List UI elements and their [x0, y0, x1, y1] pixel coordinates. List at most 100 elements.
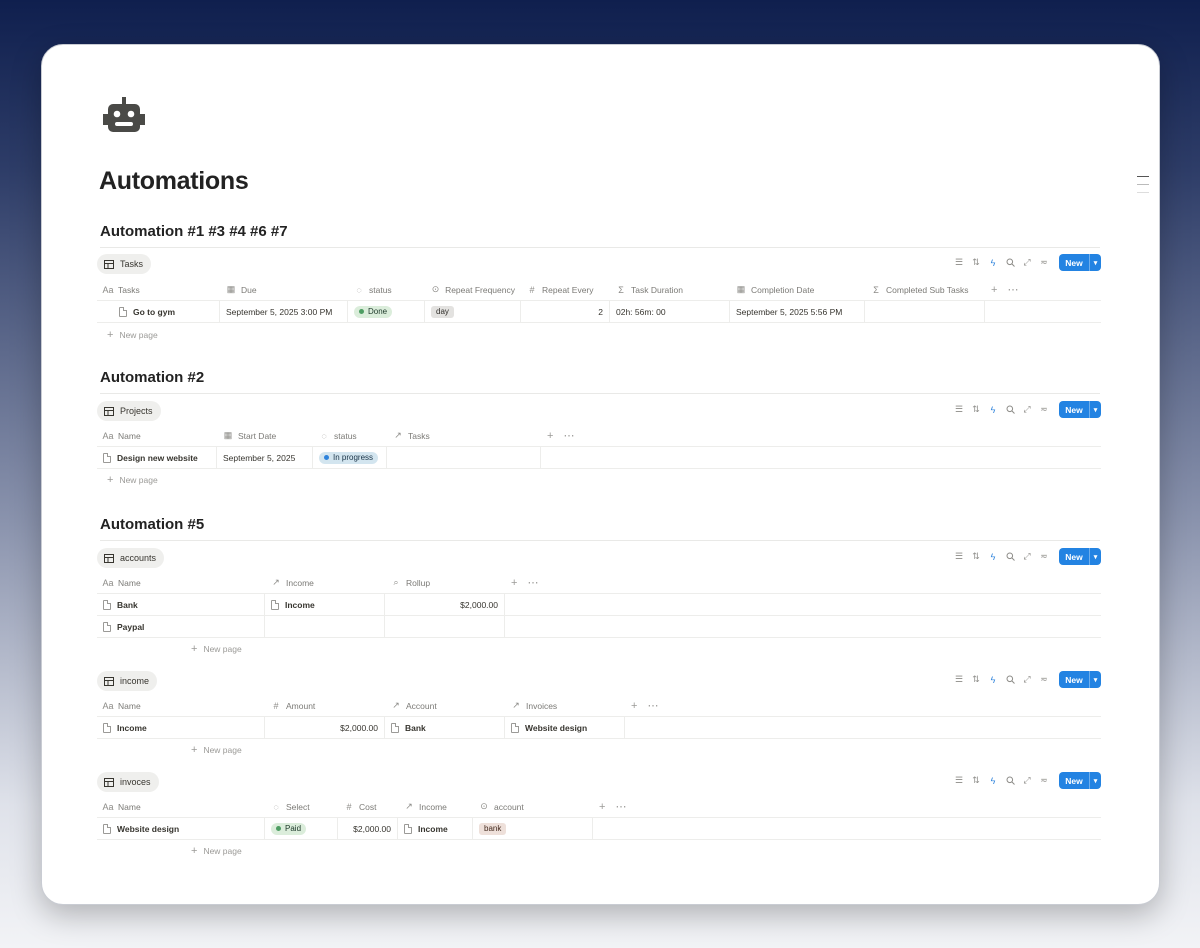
table-row[interactable]: Go to gym September 5, 2025 3:00 PM Done…: [97, 301, 1101, 323]
tab-label: accounts: [120, 553, 157, 563]
table-row[interactable]: Design new website September 5, 2025 In …: [97, 447, 1101, 469]
chevron-down-icon[interactable]: ▾: [1089, 548, 1101, 565]
column-header[interactable]: ↗ Invoices: [505, 695, 625, 716]
table-of-contents[interactable]: [1137, 176, 1149, 200]
database-tasks: Tasks ☰ ⇅ ϟ ⤢ ≂ New ▾ Aa Tasks ▦ Due ◌ statu…: [97, 254, 1101, 341]
settings-sliders-icon[interactable]: ≂: [1038, 551, 1050, 563]
new-button[interactable]: New ▾: [1059, 548, 1101, 565]
page-icon: [511, 722, 519, 733]
automation-bolt-icon[interactable]: ϟ: [987, 551, 999, 563]
filter-icon[interactable]: ☰: [953, 551, 965, 563]
sort-icon[interactable]: ⇅: [970, 551, 982, 563]
column-header[interactable]: ◌ Select: [265, 796, 338, 817]
column-header[interactable]: ⊙ Repeat Frequency: [425, 279, 521, 300]
expand-icon[interactable]: ⤢: [1021, 404, 1033, 416]
table-header: Aa Name ▦ Start Date ◌ status ↗ Tasks + ⋯: [97, 425, 1101, 447]
column-header[interactable]: Σ Completed Sub Tasks: [865, 279, 985, 300]
automation-bolt-icon[interactable]: ϟ: [987, 775, 999, 787]
new-page-button[interactable]: + New page: [107, 474, 158, 486]
column-header[interactable]: # Repeat Every: [521, 279, 610, 300]
column-header[interactable]: # Cost: [338, 796, 398, 817]
sort-icon[interactable]: ⇅: [970, 775, 982, 787]
text-property-icon: Aa: [102, 284, 114, 295]
new-button[interactable]: New ▾: [1059, 254, 1101, 271]
automation-bolt-icon[interactable]: ϟ: [987, 257, 999, 269]
column-header[interactable]: ↗ Tasks: [387, 425, 541, 446]
add-column-button[interactable]: + ⋯: [505, 572, 538, 593]
column-header[interactable]: ⌕ Rollup: [385, 572, 505, 593]
tab-projects[interactable]: Projects: [97, 401, 161, 421]
table-projects: Aa Name ▦ Start Date ◌ status ↗ Tasks + ⋯ Des…: [97, 425, 1101, 469]
column-header[interactable]: ⊙ account: [473, 796, 593, 817]
search-icon[interactable]: [1004, 551, 1016, 563]
robot-icon[interactable]: [102, 95, 146, 139]
sort-icon[interactable]: ⇅: [970, 674, 982, 686]
column-header[interactable]: ◌ status: [348, 279, 425, 300]
new-button[interactable]: New ▾: [1059, 671, 1101, 688]
database-toolbar: ☰ ⇅ ϟ ⤢ ≂ New ▾: [953, 548, 1101, 565]
expand-icon[interactable]: ⤢: [1021, 674, 1033, 686]
new-button[interactable]: New ▾: [1059, 772, 1101, 789]
new-page-button[interactable]: + New page: [191, 845, 242, 857]
column-header[interactable]: ▦ Completion Date: [730, 279, 865, 300]
search-icon[interactable]: [1004, 257, 1016, 269]
search-icon[interactable]: [1004, 775, 1016, 787]
tab-tasks[interactable]: Tasks: [97, 254, 152, 274]
table-icon: [104, 676, 114, 686]
settings-sliders-icon[interactable]: ≂: [1038, 674, 1050, 686]
filter-icon[interactable]: ☰: [953, 257, 965, 269]
search-icon[interactable]: [1004, 404, 1016, 416]
column-header[interactable]: Σ Task Duration: [610, 279, 730, 300]
filter-icon[interactable]: ☰: [953, 404, 965, 416]
column-header[interactable]: ↗ Account: [385, 695, 505, 716]
filter-icon[interactable]: ☰: [953, 674, 965, 686]
sort-icon[interactable]: ⇅: [970, 257, 982, 269]
tab-accounts[interactable]: accounts: [97, 548, 165, 568]
automation-bolt-icon[interactable]: ϟ: [987, 404, 999, 416]
sort-icon[interactable]: ⇅: [970, 404, 982, 416]
chevron-down-icon[interactable]: ▾: [1089, 254, 1101, 271]
expand-icon[interactable]: ⤢: [1021, 551, 1033, 563]
chevron-down-icon[interactable]: ▾: [1089, 401, 1101, 418]
settings-sliders-icon[interactable]: ≂: [1038, 257, 1050, 269]
automation-bolt-icon[interactable]: ϟ: [987, 674, 999, 686]
table-row[interactable]: Bank Income $2,000.00: [97, 594, 1101, 616]
new-page-button[interactable]: + New page: [191, 744, 242, 756]
column-header[interactable]: Aa Name: [97, 796, 265, 817]
column-header[interactable]: Aa Name: [97, 695, 265, 716]
column-header[interactable]: # Amount: [265, 695, 385, 716]
table-header: Aa Name ↗ Income ⌕ Rollup + ⋯: [97, 572, 1101, 594]
chevron-down-icon[interactable]: ▾: [1089, 671, 1101, 688]
settings-sliders-icon[interactable]: ≂: [1038, 775, 1050, 787]
expand-icon[interactable]: ⤢: [1021, 257, 1033, 269]
add-column-button[interactable]: + ⋯: [985, 279, 1018, 300]
new-page-button[interactable]: + New page: [107, 329, 158, 341]
add-column-button[interactable]: + ⋯: [625, 695, 658, 716]
table-row[interactable]: Website design Paid $2,000.00 Income ban…: [97, 818, 1101, 840]
section-heading-2: Automation #2: [100, 369, 205, 386]
column-header[interactable]: Aa Name: [97, 425, 217, 446]
new-button[interactable]: New ▾: [1059, 401, 1101, 418]
column-header[interactable]: Aa Tasks: [97, 279, 220, 300]
table-row[interactable]: Income $2,000.00 Bank Website design: [97, 717, 1101, 739]
column-header[interactable]: ▦ Due: [220, 279, 348, 300]
new-page-button[interactable]: + New page: [191, 643, 242, 655]
chevron-down-icon[interactable]: ▾: [1089, 772, 1101, 789]
filter-icon[interactable]: ☰: [953, 775, 965, 787]
column-header[interactable]: Aa Name: [97, 572, 265, 593]
text-property-icon: Aa: [102, 577, 114, 588]
expand-icon[interactable]: ⤢: [1021, 775, 1033, 787]
tab-income[interactable]: income: [97, 671, 158, 691]
status-badge: Done: [354, 305, 393, 318]
plus-icon: +: [991, 283, 998, 296]
table-row[interactable]: Paypal: [97, 616, 1101, 638]
search-icon[interactable]: [1004, 674, 1016, 686]
add-column-button[interactable]: + ⋯: [593, 796, 626, 817]
column-header[interactable]: ▦ Start Date: [217, 425, 313, 446]
column-header[interactable]: ◌ status: [313, 425, 387, 446]
add-column-button[interactable]: + ⋯: [541, 425, 574, 446]
column-header[interactable]: ↗ Income: [265, 572, 385, 593]
settings-sliders-icon[interactable]: ≂: [1038, 404, 1050, 416]
tab-invoices[interactable]: invoces: [97, 772, 159, 792]
column-header[interactable]: ↗ Income: [398, 796, 473, 817]
